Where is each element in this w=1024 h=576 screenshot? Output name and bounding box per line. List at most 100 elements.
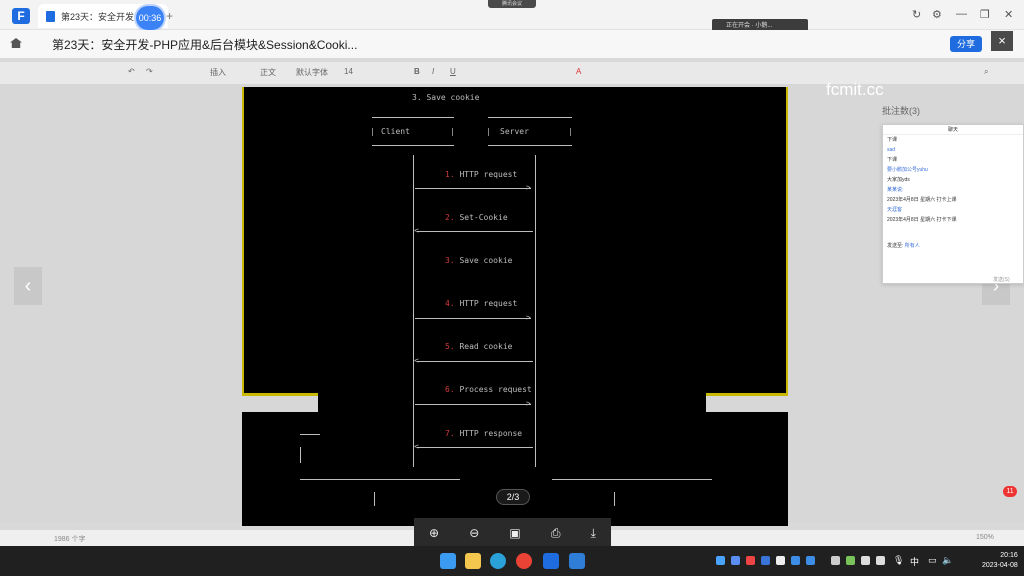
client-box-edge: | [450,127,455,136]
chat-recipient-row[interactable]: 发送至: 所有人 [883,241,920,251]
step-number: 1. [445,170,455,179]
client-label: Client [381,127,410,136]
home-icon[interactable] [10,38,22,48]
edge-icon[interactable] [490,553,506,569]
document-title[interactable]: 第23天：安全开发-PHP应用&后台模块&Session&Cooki... [52,36,357,53]
chat-message: 下课 [887,157,898,163]
tray-app-icon[interactable] [806,556,815,565]
search-icon[interactable]: ⌕ [984,67,988,77]
step-text: HTTP request [459,170,518,179]
arrow-right [415,404,531,405]
network-icon[interactable]: ▭ [928,555,937,566]
comments-count[interactable]: 批注数(3) [882,104,920,117]
page-indicator: 2/3 [496,489,530,505]
download-icon[interactable]: ⤓ [591,526,596,541]
chat-message: 2023年4月8日 星期六 打卡上课 [887,197,957,203]
step-1: 1. HTTP request [445,170,517,179]
chat-message: 大家加yds [887,177,910,183]
outer-box-side [614,492,615,506]
font-color-icon[interactable]: A [576,67,581,76]
app-logo-icon[interactable]: F [12,8,30,24]
outer-box-bottom-left [300,479,460,480]
tray-app-icon[interactable] [861,556,870,565]
title-bar: F 第23天：安全开发-PHP... 00:36 + 腾讯会议 正在开会 · 小… [0,0,1024,33]
send-button[interactable]: 发送(S) [993,276,1010,283]
chat-messages: 下课 sad 下课 要小鹅加公号yuhu 大家加yds 某某说: 2023年4月8日 星期六… [883,135,1023,225]
tray-app-icon[interactable] [831,556,840,565]
client-box-bottom [372,145,454,146]
step-number: 5. [445,342,455,351]
undo-icon[interactable]: ↶ [128,67,135,76]
redo-icon[interactable]: ↷ [146,67,153,76]
underline-icon[interactable]: U [450,67,456,76]
chrome-icon[interactable] [516,553,532,569]
docs-app-icon[interactable] [543,553,559,569]
recording-timer[interactable]: 00:36 [136,6,164,30]
step-text: Process request [459,385,532,394]
word-count: 1986 个字 [54,536,86,543]
server-box-top [488,117,572,118]
chat-message: 2023年4月8日 星期六 打卡下课 [887,217,957,223]
microphone-icon[interactable]: 🎙 [893,555,904,566]
close-window-icon[interactable]: ✕ [1004,8,1013,21]
clock[interactable]: 20:16 2023-04-08 [982,551,1018,571]
ime-indicator[interactable]: 中 [910,555,919,568]
step-number: 3. [445,256,455,265]
step-text: Set-Cookie [459,213,508,222]
tray-app-icon[interactable] [876,556,885,565]
minimize-icon[interactable]: — [956,8,967,20]
arrow-head: > [526,183,531,192]
settings-icon[interactable]: ⚙ [932,8,942,21]
arrow-right [415,318,531,319]
bold-icon[interactable]: B [414,67,420,76]
meeting-app-icon[interactable] [569,553,585,569]
share-button[interactable]: 分享 [950,36,982,52]
refresh-icon[interactable]: ↻ [912,8,921,21]
paragraph-style-select[interactable]: 正文 [260,67,276,78]
tray-app-icon[interactable] [731,556,740,565]
server-box-edge: | [568,127,573,136]
clock-date: 2023-04-08 [982,562,1018,569]
step-number: 4. [445,299,455,308]
server-lifeline [535,155,536,467]
start-icon[interactable] [440,553,456,569]
close-viewer-button[interactable]: × [991,31,1013,51]
chat-message: 要小鹅加公号yuhu [887,167,928,173]
outer-box-side [300,447,301,463]
previous-image-button[interactable]: ‹ [14,267,42,305]
tray-app-icon[interactable] [746,556,755,565]
image-viewer-toolbar: ⊕ ⊖ ▣ ⎙ ⤓ [414,518,611,548]
volume-icon[interactable]: 🔈 [942,555,953,566]
zoom-level[interactable]: 150% [976,534,994,541]
step-5: 5. Read cookie [445,342,512,351]
font-size-select[interactable]: 14 [344,67,353,76]
actual-size-icon[interactable]: ▣ [509,526,520,540]
zoom-in-icon[interactable]: ⊕ [429,526,439,540]
print-icon[interactable]: ⎙ [551,526,561,541]
zoom-out-icon[interactable]: ⊖ [469,526,479,540]
step-text: HTTP request [459,299,518,308]
tray-app-icon[interactable] [791,556,800,565]
step-number: 2. [445,213,455,222]
arrow-head: < [414,356,419,365]
chat-message: sad [887,147,896,153]
tray-app-icon[interactable] [776,556,785,565]
client-box-edge: | [370,127,375,136]
recipient-select[interactable]: 所有人 [905,243,920,249]
insert-menu[interactable]: 插入 [210,67,226,78]
file-explorer-icon[interactable] [465,553,481,569]
step-4: 4. HTTP request [445,299,517,308]
maximize-icon[interactable]: ❐ [980,8,990,21]
step-2: 2. Set-Cookie [445,213,508,222]
client-lifeline [413,155,414,467]
italic-icon[interactable]: I [432,67,434,76]
step-3: 3. Save cookie [445,256,512,265]
step-7: 7. HTTP response [445,429,522,438]
tray-app-icon[interactable] [846,556,855,565]
new-tab-button[interactable]: + [166,9,173,23]
chat-message: 天涯客 [887,207,903,213]
tray-app-icon[interactable] [761,556,770,565]
tray-app-icon[interactable] [716,556,725,565]
meeting-banner[interactable]: 腾讯会议 [488,0,536,8]
font-select[interactable]: 默认字体 [296,67,328,78]
